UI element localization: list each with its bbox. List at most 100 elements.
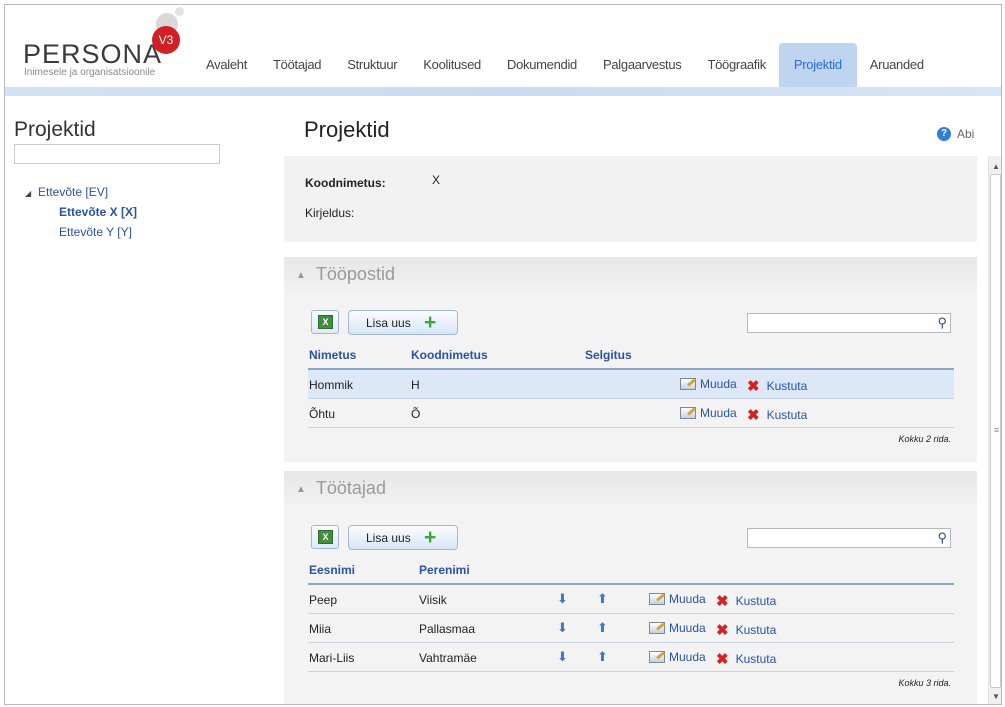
delete-label: Kustuta: [735, 594, 777, 608]
cell-eesnimi: Mari-Liis: [309, 651, 355, 665]
column-header-koodnimetus[interactable]: Koodnimetus: [411, 348, 488, 362]
edit-link[interactable]: Muuda: [649, 592, 706, 606]
search-icon[interactable]: ⚲: [937, 530, 947, 546]
move-up-icon[interactable]: ⬆: [597, 591, 608, 607]
sidebar: Projektid ◢ Ettevõte [EV] Ettevõte X [X] …: [5, 96, 283, 704]
excel-export-button[interactable]: X: [311, 310, 339, 334]
delete-label: Kustuta: [766, 408, 808, 422]
edit-link[interactable]: Muuda: [680, 377, 737, 391]
cell-koodnimetus: H: [411, 378, 420, 392]
tab-avaleht[interactable]: Avaleht: [193, 43, 260, 87]
move-up-icon[interactable]: ⬆: [597, 620, 608, 636]
move-down-icon[interactable]: ⬇: [557, 591, 568, 607]
add-new-button[interactable]: Lisa uus +: [348, 310, 458, 335]
move-down-icon[interactable]: ⬇: [557, 649, 568, 665]
delete-x-icon: ✖: [716, 593, 729, 610]
table-row[interactable]: Hommik H Muuda ✖ Kustuta: [308, 370, 954, 399]
edit-label: Muuda: [669, 650, 706, 664]
delete-link[interactable]: ✖ Kustuta: [716, 592, 776, 610]
section-body: X Lisa uus + ⚲ Eesnimi Perenimi Peep Vii…: [284, 505, 977, 704]
delete-x-icon: ✖: [716, 622, 729, 639]
help-link[interactable]: ? Abi: [937, 126, 974, 142]
sidebar-search-input[interactable]: [14, 144, 220, 164]
search-icon[interactable]: ⚲: [937, 315, 947, 331]
tab-dokumendid[interactable]: Dokumendid: [494, 43, 590, 87]
plus-icon: +: [424, 311, 437, 334]
tree-item-ettevote-x[interactable]: Ettevõte X [X]: [25, 202, 137, 222]
scroll-thumb[interactable]: ≡: [990, 174, 1001, 688]
row-count: Kokku 3 rida.: [898, 678, 951, 688]
tab-projektid[interactable]: Projektid: [778, 43, 857, 87]
column-header-nimetus[interactable]: Nimetus: [309, 348, 356, 362]
edit-link[interactable]: Muuda: [649, 621, 706, 635]
page-title: Projektid: [304, 117, 390, 142]
cell-koodnimetus: Õ: [411, 407, 421, 421]
section-header-tootajad[interactable]: ▲ Töötajad: [284, 471, 977, 505]
collapse-triangle-icon[interactable]: ◢: [25, 184, 38, 204]
edit-icon: [680, 407, 696, 419]
project-tree: ◢ Ettevõte [EV] Ettevõte X [X] Ettevõte Y…: [25, 182, 137, 242]
delete-link[interactable]: ✖ Kustuta: [716, 621, 776, 639]
table-search-input[interactable]: ⚲: [747, 313, 951, 333]
section-header-toopostid[interactable]: ▲ Tööpostid: [284, 257, 977, 291]
logo-text: PERSONA: [23, 39, 163, 69]
table-search-input[interactable]: ⚲: [747, 528, 951, 548]
tree-item-label: Ettevõte [EV]: [38, 185, 109, 199]
help-icon: ?: [937, 127, 951, 141]
table-row[interactable]: Mari-Liis Vahtramäe ⬇ ⬆ Muuda ✖ Kustuta: [308, 643, 954, 672]
table-row[interactable]: Miia Pallasmaa ⬇ ⬆ Muuda ✖ Kustuta: [308, 614, 954, 643]
scroll-down-arrow-icon[interactable]: ▼: [989, 690, 1001, 704]
scroll-up-arrow-icon[interactable]: ▲: [989, 160, 1001, 174]
persona-logo[interactable]: PERSONA V3 Inimesele ja organisatsioonil…: [23, 7, 193, 79]
edit-link[interactable]: Muuda: [680, 406, 737, 420]
scroll-grip-icon: ≡: [993, 425, 1000, 435]
delete-label: Kustuta: [766, 379, 808, 393]
row-count: Kokku 2 rida.: [898, 434, 951, 444]
tab-palgaarvestus[interactable]: Palgaarvestus: [590, 43, 694, 87]
delete-x-icon: ✖: [747, 378, 760, 395]
tab-tootajad[interactable]: Töötajad: [260, 43, 334, 87]
delete-link[interactable]: ✖ Kustuta: [747, 377, 807, 395]
add-new-button[interactable]: Lisa uus +: [348, 525, 458, 550]
tree-item-root[interactable]: ◢ Ettevõte [EV]: [25, 182, 137, 202]
table-row[interactable]: Peep Viisik ⬇ ⬆ Muuda ✖ Kustuta: [308, 585, 954, 614]
excel-export-button[interactable]: X: [311, 525, 339, 549]
edit-icon: [649, 651, 665, 663]
collapse-triangle-icon: ▲: [296, 270, 306, 281]
column-header-selgitus[interactable]: Selgitus: [585, 348, 632, 362]
section-body: X Lisa uus + ⚲ Nimetus Koodnimetus Selgi…: [284, 291, 977, 462]
collapse-triangle-icon: ▲: [296, 484, 306, 495]
section-title: Tööpostid: [315, 264, 395, 284]
koodnimetus-value: X: [432, 173, 441, 187]
edit-label: Muuda: [700, 377, 737, 391]
edit-icon: [680, 378, 696, 390]
content-area: Koodnimetus: X Kirjeldus: ▲ Tööpostid X L…: [284, 156, 987, 704]
logo-version-badge: V3: [152, 26, 180, 54]
vertical-scrollbar[interactable]: ▲ ≡ ▼: [988, 156, 1001, 704]
header-strip: [5, 87, 1001, 96]
delete-link[interactable]: ✖ Kustuta: [747, 406, 807, 424]
add-new-label: Lisa uus: [366, 531, 411, 545]
table-row[interactable]: Õhtu Õ Muuda ✖ Kustuta: [308, 399, 954, 428]
tab-aruanded[interactable]: Aruanded: [857, 43, 937, 87]
edit-label: Muuda: [669, 621, 706, 635]
tab-toograafik[interactable]: Töögraafik: [694, 43, 778, 87]
cell-perenimi: Vahtramäe: [419, 651, 477, 665]
tab-struktuur[interactable]: Struktuur: [334, 43, 410, 87]
edit-icon: [649, 593, 665, 605]
tab-koolitused[interactable]: Koolitused: [410, 43, 494, 87]
cell-eesnimi: Peep: [309, 593, 338, 607]
edit-link[interactable]: Muuda: [649, 650, 706, 664]
column-header-perenimi[interactable]: Perenimi: [419, 563, 470, 577]
cell-nimetus: Õhtu: [309, 407, 336, 421]
tree-item-ettevote-y[interactable]: Ettevõte Y [Y]: [25, 222, 137, 242]
move-down-icon[interactable]: ⬇: [557, 620, 568, 636]
project-info-box: Koodnimetus: X Kirjeldus:: [284, 156, 977, 242]
section-tootajad: ▲ Töötajad X Lisa uus + ⚲ Eesnimi Perenim…: [284, 471, 977, 704]
logo-bubble-small: [175, 7, 184, 16]
edit-label: Muuda: [669, 592, 706, 606]
move-up-icon[interactable]: ⬆: [597, 649, 608, 665]
column-header-eesnimi[interactable]: Eesnimi: [309, 563, 355, 577]
delete-link[interactable]: ✖ Kustuta: [716, 650, 776, 668]
add-new-label: Lisa uus: [366, 316, 411, 330]
